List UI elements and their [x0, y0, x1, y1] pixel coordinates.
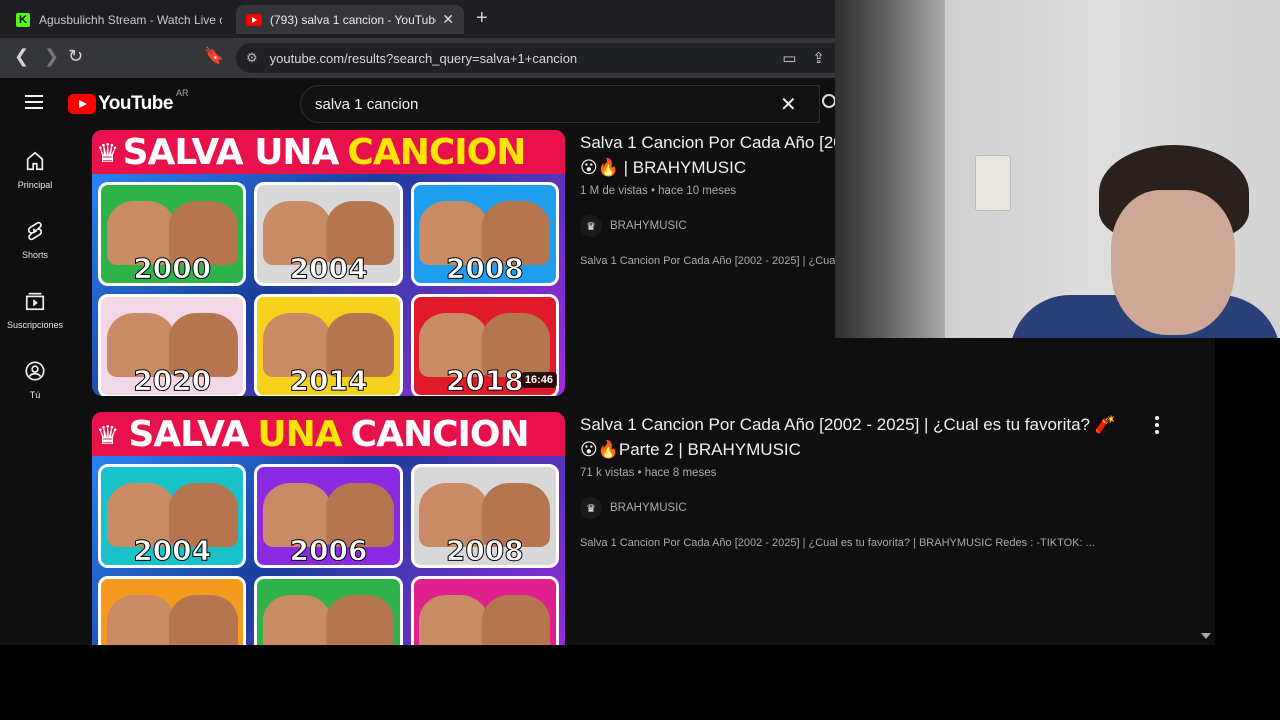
browser-nav-bar: ❮ ❯ ↻ 🔖 ⚙ youtube.com/results?search_que…: [0, 38, 835, 78]
video-title-line: Salva 1 Cancion Por Cada Año [2002 - 202…: [580, 415, 1116, 434]
site-settings-icon[interactable]: ⚙: [246, 50, 258, 66]
thumbnail-banner: SALVA UNA CANCION: [92, 130, 565, 174]
video-title[interactable]: Salva 1 Cancion Por Cada Año [2002 - 202…: [580, 412, 1140, 462]
person-face-shape: [1111, 190, 1235, 335]
search-icon[interactable]: [822, 94, 836, 108]
banner-text: SALVA UNA: [122, 131, 340, 173]
you-icon: [25, 361, 45, 381]
thumbnail-cell: 2004: [254, 182, 403, 286]
bookmark-icon[interactable]: 🔖: [204, 46, 224, 66]
clear-search-icon[interactable]: ✕: [780, 92, 797, 117]
video-thumbnail[interactable]: SALVA UNA CANCION ♛ 2000 2004 2008 2020 …: [92, 130, 565, 396]
light-switch-shape: [975, 155, 1011, 211]
youtube-logo[interactable]: YouTube AR: [68, 88, 188, 115]
thumbnail-cell: 2008: [410, 464, 559, 568]
url-text: youtube.com/results?search_query=salva+1…: [269, 50, 578, 66]
sidebar-item-label: Suscripciones: [6, 320, 64, 330]
sidebar-item-label: Principal: [17, 180, 53, 190]
duration-badge: 16:46: [520, 372, 557, 388]
logo-text: YouTube: [98, 93, 173, 114]
tab-youtube[interactable]: (793) salva 1 cancion - YouTube ✕: [236, 5, 464, 34]
thumbnail-cell: 2014: [254, 294, 403, 396]
cast-icon[interactable]: ▭: [782, 49, 796, 67]
channel-avatar: ♛: [580, 215, 602, 237]
webcam-overlay: [835, 0, 1280, 338]
video-thumbnail[interactable]: SALVA UNA CANCION ♛ 2004 2006 2008: [92, 412, 565, 645]
video-title-line: Salva 1 Cancion Por Cada Año [20: [580, 133, 836, 152]
year-label: 2000: [133, 252, 212, 285]
banner-text: SALVA: [128, 413, 249, 455]
country-code: AR: [175, 88, 189, 98]
back-icon[interactable]: ❮: [14, 46, 29, 67]
door-shape: [835, 0, 945, 338]
thumbnail-grid: 2004 2006 2008: [98, 464, 559, 645]
channel-link[interactable]: ♛ BRAHYMUSIC: [580, 497, 1140, 519]
tab-title: Agusbulichh Stream - Watch Live on: [39, 12, 222, 27]
hamburger-menu-icon[interactable]: [25, 95, 43, 109]
channel-name: BRAHYMUSIC: [610, 502, 687, 514]
thumbnail-cell: 2000: [98, 182, 247, 286]
subscriptions-icon: [25, 292, 45, 311]
banner-text-highlight: CANCION: [347, 131, 526, 173]
kick-favicon-icon: K: [16, 12, 30, 27]
thumbnail-cell: [254, 576, 403, 645]
tab-title: (793) salva 1 cancion - YouTube: [270, 12, 437, 27]
new-tab-button[interactable]: +: [476, 7, 488, 30]
search-query: salva 1 cancion: [315, 95, 419, 113]
thumbnail-cell: 2020: [98, 294, 247, 396]
banner-text: CANCION: [350, 413, 530, 455]
year-label: 2020: [133, 364, 212, 396]
crown-icon: ♛: [96, 138, 120, 168]
video-meta: 71 k vistas • hace 8 meses: [580, 467, 717, 479]
thumbnail-cell: 2008: [410, 182, 559, 286]
search-input[interactable]: salva 1 cancion: [300, 85, 820, 123]
video-result[interactable]: SALVA UNA CANCION ♛ 2004 2006 2008 Salva…: [92, 412, 1192, 645]
close-tab-icon[interactable]: ✕: [442, 11, 454, 28]
sidebar-item-label: Shorts: [21, 250, 48, 260]
banner-text-highlight: UNA: [257, 413, 342, 455]
channel-avatar: ♛: [580, 497, 602, 519]
forward-icon[interactable]: ❯: [44, 46, 59, 67]
thumbnail-grid: 2000 2004 2008 2020 2014 2018: [98, 182, 559, 396]
sidebar-item-label: Tú: [29, 390, 41, 400]
year-label: 2018: [445, 364, 524, 396]
home-icon: [26, 151, 44, 171]
thumbnail-banner: SALVA UNA CANCION: [92, 412, 565, 456]
video-description: Salva 1 Cancion Por Cada Año [2002 - 202…: [580, 537, 1095, 549]
youtube-favicon-icon: [246, 13, 262, 26]
shorts-icon: [27, 221, 43, 241]
year-label: 2004: [289, 252, 368, 285]
crown-icon: ♛: [96, 420, 120, 450]
channel-name: BRAHYMUSIC: [610, 220, 687, 232]
year-label: 2006: [289, 534, 368, 567]
reload-icon[interactable]: ↻: [68, 46, 83, 67]
year-label: 2014: [289, 364, 368, 396]
tab-kick-stream[interactable]: K Agusbulichh Stream - Watch Live on: [6, 5, 232, 34]
sidebar-item-subscriptions[interactable]: Suscripciones: [0, 270, 70, 340]
year-label: 2004: [133, 534, 212, 567]
sidebar: Principal Shorts Suscripciones Tú: [0, 130, 70, 410]
browser-tab-bar: K Agusbulichh Stream - Watch Live on (79…: [0, 0, 835, 38]
year-label: 2008: [445, 252, 524, 285]
sidebar-item-you[interactable]: Tú: [0, 340, 70, 410]
video-info: Salva 1 Cancion Por Cada Año [2002 - 202…: [580, 412, 1140, 549]
year-label: 2008: [445, 534, 524, 567]
more-options-icon[interactable]: [1154, 416, 1160, 434]
share-icon[interactable]: ⇪: [812, 49, 825, 67]
video-title-line: 😮🔥Parte 2 | BRAHYMUSIC: [580, 440, 801, 459]
youtube-play-logo-icon: [68, 94, 96, 114]
address-bar[interactable]: ⚙ youtube.com/results?search_query=salva…: [236, 43, 835, 73]
thumbnail-cell: 2004: [98, 464, 247, 568]
thumbnail-cell: [410, 576, 559, 645]
thumbnail-cell: [98, 576, 247, 645]
sidebar-item-shorts[interactable]: Shorts: [0, 200, 70, 270]
thumbnail-cell: 2006: [254, 464, 403, 568]
sidebar-item-home[interactable]: Principal: [0, 130, 70, 200]
scroll-down-icon[interactable]: [1201, 633, 1211, 639]
